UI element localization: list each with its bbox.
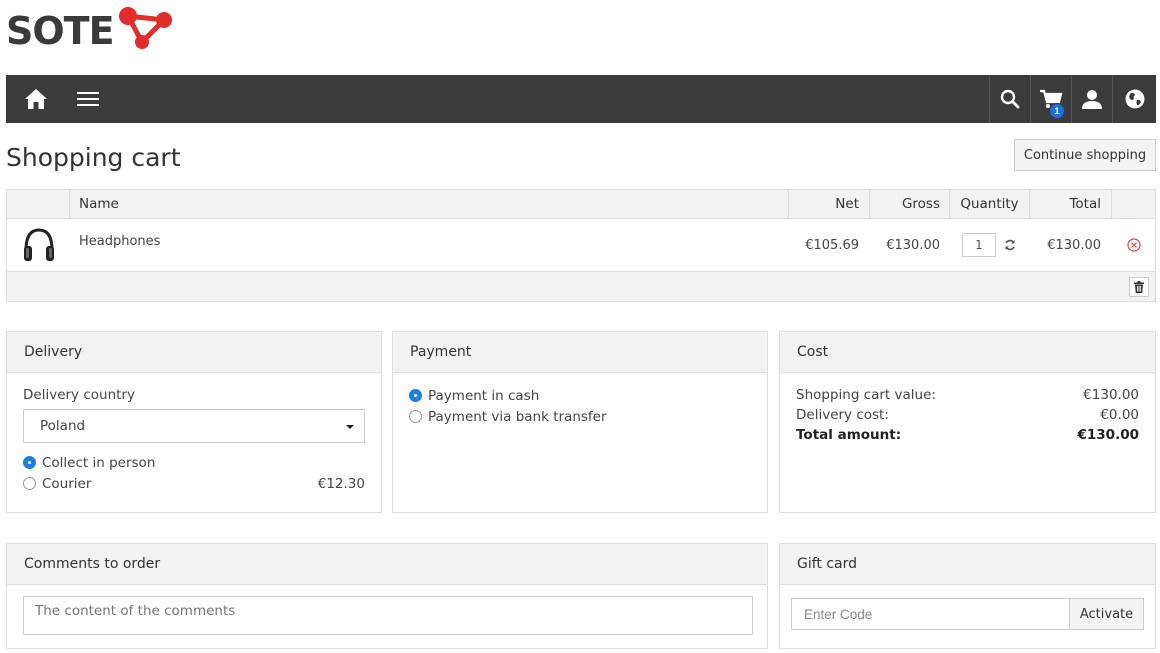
cost-value: €130.00 (1083, 387, 1139, 403)
search-icon (1000, 89, 1020, 109)
continue-shopping-button[interactable]: Continue shopping (1014, 139, 1156, 171)
payment-option-cash[interactable]: Payment in cash (409, 385, 751, 406)
headphones-icon (24, 228, 54, 261)
menu-button[interactable] (66, 75, 110, 123)
activate-gift-card-button[interactable]: Activate (1070, 598, 1144, 630)
delivery-panel: Delivery Delivery country Poland Collect… (6, 331, 382, 513)
user-icon (1082, 90, 1102, 109)
product-name-link[interactable]: Headphones (79, 215, 579, 267)
trash-icon (1134, 281, 1144, 293)
logo-text: SOTE (6, 9, 115, 53)
comments-textarea[interactable] (23, 596, 753, 635)
gift-card-panel: Gift card Enter Code Activate (779, 543, 1156, 649)
remove-circle-icon (1126, 238, 1141, 252)
column-actions (1111, 190, 1156, 218)
delivery-option-courier[interactable]: Courier €12.30 (23, 473, 365, 494)
refresh-icon[interactable] (1004, 239, 1016, 251)
payment-option-bank-transfer[interactable]: Payment via bank transfer (409, 406, 751, 427)
page-title: Shopping cart (6, 143, 181, 172)
gift-card-code-input[interactable]: Enter Code (791, 598, 1070, 630)
remove-item-button[interactable] (1111, 219, 1156, 271)
cost-row-total: Total amount: €130.00 (796, 425, 1139, 445)
caret-down-icon (346, 425, 354, 429)
column-name: Name (69, 190, 789, 218)
main-navbar: 1 (6, 75, 1156, 123)
menu-icon (77, 92, 99, 106)
delivery-option-collect[interactable]: Collect in person (23, 452, 365, 473)
cost-row-delivery: Delivery cost: €0.00 (796, 405, 1139, 425)
gift-card-panel-title: Gift card (780, 544, 1155, 585)
product-thumbnail[interactable] (21, 219, 57, 271)
column-quantity: Quantity (949, 190, 1029, 218)
clear-cart-button[interactable] (1129, 277, 1149, 297)
product-net-price: €105.69 (805, 237, 859, 253)
cost-panel: Cost Shopping cart value: €130.00 Delive… (779, 331, 1156, 513)
payment-option-label: Payment via bank transfer (428, 408, 607, 425)
column-total: Total (1029, 190, 1111, 218)
cost-row-cart-value: Shopping cart value: €130.00 (796, 385, 1139, 405)
delivery-option-price: €12.30 (317, 475, 365, 492)
shop-logo[interactable]: SOTE (6, 4, 176, 58)
comments-panel: Comments to order (6, 543, 768, 649)
cost-panel-title: Cost (780, 332, 1155, 373)
home-icon (25, 89, 47, 109)
cost-label: Delivery cost: (796, 407, 889, 423)
radio-button-selected[interactable] (23, 456, 36, 469)
payment-option-label: Payment in cash (428, 387, 540, 404)
cost-label: Shopping cart value: (796, 387, 936, 403)
table-row: Headphones €105.69 €130.00 €130.00 (7, 219, 1155, 271)
cost-label: Total amount: (796, 427, 902, 443)
delivery-option-label: Collect in person (42, 454, 156, 471)
search-button[interactable] (989, 75, 1030, 123)
delivery-panel-title: Delivery (7, 332, 381, 373)
payment-panel: Payment Payment in cash Payment via bank… (392, 331, 768, 513)
radio-button[interactable] (23, 477, 36, 490)
delivery-country-select[interactable]: Poland (23, 409, 365, 443)
delivery-option-label: Courier (42, 475, 92, 492)
comments-panel-title: Comments to order (7, 544, 767, 585)
column-net: Net (788, 190, 869, 218)
product-gross-price: €130.00 (886, 237, 940, 253)
home-button[interactable] (14, 75, 58, 123)
product-total-price: €130.00 (1047, 237, 1101, 253)
radio-button[interactable] (409, 410, 422, 423)
globe-icon (1125, 89, 1144, 109)
quantity-input[interactable] (962, 233, 996, 257)
delivery-country-label: Delivery country (23, 387, 135, 403)
radio-button-selected[interactable] (409, 389, 422, 402)
payment-panel-title: Payment (393, 332, 767, 373)
cart-table-footer (7, 271, 1155, 301)
language-button[interactable] (1112, 75, 1156, 123)
quantity-cell (949, 219, 1029, 271)
cart-button[interactable]: 1 (1030, 75, 1071, 123)
cart-count-badge: 1 (1049, 103, 1065, 119)
cost-value: €130.00 (1077, 427, 1140, 443)
cost-value: €0.00 (1100, 407, 1139, 423)
delivery-country-value: Poland (40, 418, 86, 434)
cart-table: Name Net Gross Quantity Total Headphones… (6, 189, 1156, 302)
account-button[interactable] (1071, 75, 1112, 123)
column-gross: Gross (869, 190, 949, 218)
molecule-logo-icon (118, 7, 172, 49)
